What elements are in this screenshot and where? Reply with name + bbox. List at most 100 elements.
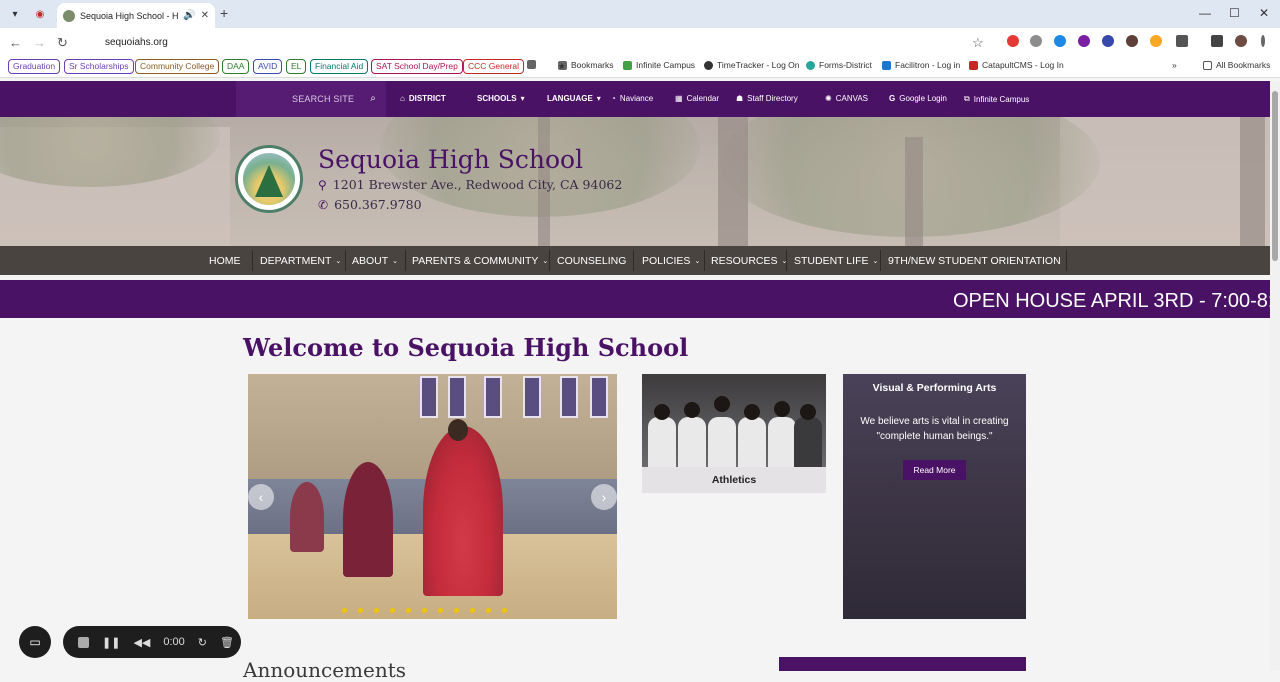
bookmark-link[interactable]: Facilitron - Log in [882, 60, 960, 70]
apps-grid-icon[interactable] [527, 60, 536, 69]
tab-title: Sequoia High School - HOM [80, 10, 179, 21]
phone-icon: ✆ [318, 197, 329, 212]
recording-indicator-icon[interactable]: ◉ [31, 5, 49, 23]
topnav-language[interactable]: LANGUAGE ▾ [547, 94, 601, 103]
reload-icon[interactable]: ↻ [57, 35, 68, 51]
minimize-icon[interactable]: — [1199, 6, 1211, 20]
topnav-naviance[interactable]: ◔ Naviance [611, 94, 653, 103]
forward-arrow-icon[interactable]: → [33, 35, 46, 50]
chevron-down-icon: ▾ [596, 94, 601, 103]
speaker-icon[interactable]: 🔊 [183, 10, 195, 21]
bookmark-chip[interactable]: AVID [253, 59, 283, 74]
delete-icon[interactable]: 🗑 [220, 636, 234, 649]
address-bar[interactable]: sequoiahs.org [80, 31, 995, 53]
athletics-card[interactable]: Athletics [642, 374, 826, 493]
bookmark-chip[interactable]: DAA [222, 59, 250, 74]
bookmark-chip[interactable]: Graduation [8, 59, 61, 74]
extension-icon[interactable] [1054, 35, 1066, 47]
back-arrow-icon[interactable]: ← [9, 35, 22, 50]
external-link-icon: ⧉ [964, 94, 970, 103]
camera-toggle-icon[interactable]: ▭ [19, 626, 51, 658]
announcements-sidebar-header [779, 657, 1026, 671]
topnav-canvas[interactable]: ✺ CANVAS [825, 94, 868, 103]
naviance-icon: ◔ [611, 94, 616, 103]
topnav-infinite-campus[interactable]: ⧉ Infinite Campus [964, 94, 1029, 104]
people-icon: ☗ [736, 94, 744, 103]
browser-tab[interactable]: Sequoia High School - HOM 🔊 ✕ [57, 3, 215, 28]
all-bookmarks-folder[interactable]: All Bookmarks [1203, 60, 1270, 70]
bookmark-chip[interactable]: Sr Scholarships [64, 59, 134, 74]
extension-icon[interactable] [1126, 35, 1138, 47]
bookmark-folder[interactable]: ★ Bookmarks [558, 60, 614, 71]
bookmark-chip[interactable]: EL [286, 59, 307, 74]
maximize-icon[interactable]: ☐ [1229, 6, 1240, 20]
close-tab-icon[interactable]: ✕ [201, 10, 209, 21]
search-site-field[interactable]: SEARCH SITE ⌕ [236, 81, 386, 117]
topnav-district[interactable]: ⌂ DISTRICT [400, 94, 446, 103]
bookmark-star-icon[interactable]: ☆ [972, 35, 984, 51]
bookmark-link[interactable]: Infinite Campus [623, 60, 695, 70]
topnav-schools[interactable]: SCHOOLS ▾ [477, 94, 525, 103]
extension-icon[interactable] [1007, 35, 1019, 47]
slideshow-next-arrow-icon[interactable]: › [591, 484, 617, 510]
bookmarks-overflow[interactable]: » [1172, 60, 1177, 70]
bookmark-chip[interactable]: Community College [135, 59, 220, 74]
slideshow-dots[interactable] [342, 608, 507, 613]
topnav-staff-directory[interactable]: ☗ Staff Directory [736, 94, 798, 103]
nav-home[interactable]: HOME [209, 246, 241, 275]
menu-kebab-icon[interactable] [1261, 35, 1265, 47]
search-icon[interactable]: ⌕ [370, 93, 376, 104]
vpa-description: We believe arts is vital in creating "co… [860, 416, 1009, 442]
bookmark-link[interactable]: CatapultCMS - Log In [969, 60, 1064, 70]
nav-about[interactable]: ABOUT ⌄ [352, 246, 398, 275]
new-tab-plus-icon[interactable]: + [220, 5, 228, 21]
bookmark-link[interactable]: Forms-District [806, 60, 872, 70]
bookmark-link[interactable]: TimeTracker - Log On [704, 60, 800, 70]
chevron-down-icon: ⌄ [392, 257, 399, 265]
extension-icon[interactable] [1078, 35, 1090, 47]
ticker-text: OPEN HOUSE APRIL 3RD - 7:00-8:3 [953, 290, 1270, 312]
tab-list-chevron-icon[interactable]: ▾ [6, 5, 24, 23]
topnav-google-login[interactable]: G Google Login [889, 94, 947, 103]
bookmark-chip[interactable]: Financial Aid [310, 59, 369, 74]
download-icon[interactable] [1211, 35, 1223, 47]
vpa-title: Visual & Performing Arts [872, 382, 997, 394]
nav-9th-orientation[interactable]: 9TH/NEW STUDENT ORIENTATION [888, 246, 1061, 275]
read-more-button[interactable]: Read More [903, 460, 966, 480]
nav-department[interactable]: DEPARTMENT ⌄ [260, 246, 341, 275]
nav-student-life[interactable]: STUDENT LIFE ⌄ [794, 246, 878, 275]
visual-performing-arts-card: Visual & Performing Arts We believe arts… [843, 374, 1026, 619]
nav-policies[interactable]: POLICIES ⌄ [642, 246, 700, 275]
photo-slideshow[interactable] [248, 374, 617, 619]
chevron-down-icon: ⌄ [872, 257, 879, 265]
extension-icon[interactable] [1102, 35, 1114, 47]
nav-parents-community[interactable]: PARENTS & COMMUNITY ⌄ [412, 246, 548, 275]
google-g-icon: G [889, 94, 896, 103]
school-seal-logo[interactable] [235, 145, 303, 213]
home-icon: ⌂ [400, 94, 405, 103]
extension-icon[interactable] [1030, 35, 1042, 47]
restart-icon[interactable]: ↻ [198, 636, 207, 649]
profile-avatar[interactable] [1235, 35, 1247, 47]
nav-counseling[interactable]: COUNSELING [557, 246, 626, 275]
bookmarks-bar: Graduation Sr Scholarships Community Col… [0, 56, 1280, 78]
map-pin-icon: ⚲ [318, 177, 327, 192]
main-nav: HOME DEPARTMENT ⌄ ABOUT ⌄ PARENTS & COMMUN… [0, 246, 1270, 275]
bookmark-chip[interactable]: CCC General [463, 59, 525, 74]
stop-recording-button[interactable] [78, 636, 89, 648]
rewind-icon[interactable]: ◀◀ [133, 636, 150, 649]
recording-time: 0:00 [163, 636, 185, 648]
school-phone: ✆ 650.367.9780 [318, 197, 422, 212]
announcement-ticker[interactable]: OPEN HOUSE APRIL 3RD - 7:00-8:3 [0, 280, 1270, 318]
extensions-puzzle-icon[interactable] [1176, 35, 1188, 47]
nav-resources[interactable]: RESOURCES ⌄ [711, 246, 787, 275]
pause-icon[interactable]: ❚❚ [102, 636, 120, 649]
page-scrollbar[interactable] [1270, 81, 1280, 671]
bookmark-chip[interactable]: SAT School Day/Prep [371, 59, 463, 74]
slideshow-prev-arrow-icon[interactable]: ‹ [248, 484, 274, 510]
topnav-calendar[interactable]: ▦ Calendar [675, 94, 719, 103]
welcome-heading: Welcome to Sequoia High School [243, 333, 689, 362]
school-name[interactable]: Sequoia High School [318, 145, 583, 174]
extension-icon[interactable] [1150, 35, 1162, 47]
window-close-icon[interactable]: ✕ [1259, 6, 1269, 20]
